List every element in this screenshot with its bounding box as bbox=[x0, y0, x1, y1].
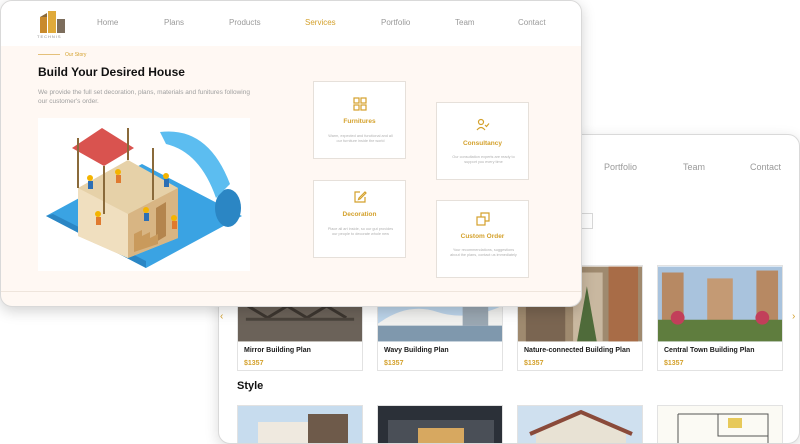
service-card-custom-order[interactable]: Custom Order Your recommendations, sugge… bbox=[436, 200, 529, 278]
style-card[interactable] bbox=[517, 405, 643, 443]
service-card-decoration[interactable]: Decoration Place all art inside, so our … bbox=[313, 180, 406, 258]
copy-icon bbox=[476, 212, 490, 226]
kicker-line bbox=[38, 54, 60, 55]
product-price: $1357 bbox=[524, 360, 544, 367]
section-kicker: Our Story bbox=[65, 52, 87, 58]
product-name: Wavy Building Plan bbox=[384, 347, 449, 354]
service-card-consultancy[interactable]: Consultancy Our consultation experts are… bbox=[436, 102, 529, 180]
back-nav-portfolio[interactable]: Portfolio bbox=[604, 162, 637, 172]
service-title: Consultancy bbox=[462, 140, 502, 147]
page-headline: Build Your Desired House bbox=[38, 65, 185, 79]
service-desc: Warm, expected and functional and all ou… bbox=[328, 134, 393, 143]
style-card[interactable] bbox=[377, 405, 503, 443]
service-desc: Our consultation experts are ready to su… bbox=[452, 155, 515, 164]
front-window: TECHNIS Home Plans Products Services Por… bbox=[0, 0, 582, 307]
service-card-furnitures[interactable]: Furnitures Warm, expected and functional… bbox=[313, 81, 406, 159]
product-card[interactable]: Central Town Building Plan $1357 bbox=[657, 265, 783, 371]
style-house-image bbox=[378, 406, 502, 443]
back-nav-team[interactable]: Team bbox=[683, 162, 705, 172]
style-house-image bbox=[518, 406, 642, 443]
edit-icon bbox=[354, 191, 367, 203]
logo-text: TECHNIS bbox=[37, 34, 62, 39]
product-price: $1357 bbox=[664, 360, 684, 367]
product-name: Mirror Building Plan bbox=[244, 347, 311, 354]
service-desc: Place all art inside, so our gut provide… bbox=[327, 227, 394, 236]
style-card[interactable] bbox=[657, 405, 783, 443]
style-card[interactable] bbox=[237, 405, 363, 443]
service-desc: Your recommendations, suggestions about … bbox=[450, 248, 517, 257]
house-construction-image bbox=[46, 128, 242, 268]
nav-home[interactable]: Home bbox=[97, 18, 118, 27]
nav-services[interactable]: Services bbox=[305, 18, 336, 27]
style-section-title: Style bbox=[237, 380, 264, 392]
product-name: Central Town Building Plan bbox=[664, 347, 755, 354]
footer-divider bbox=[1, 291, 581, 292]
service-title: Decoration bbox=[342, 211, 377, 218]
nav-contact[interactable]: Contact bbox=[518, 18, 546, 27]
hero-illustration bbox=[38, 118, 250, 271]
style-house-image bbox=[238, 406, 362, 443]
top-navbar: TECHNIS Home Plans Products Services Por… bbox=[1, 1, 581, 46]
user-check-icon bbox=[476, 118, 490, 131]
nav-portfolio[interactable]: Portfolio bbox=[381, 18, 410, 27]
lead-paragraph: We provide the full set decoration, plan… bbox=[38, 89, 250, 105]
back-nav-contact[interactable]: Contact bbox=[750, 162, 781, 172]
product-name: Nature-connected Building Plan bbox=[524, 347, 631, 354]
grid-icon bbox=[353, 97, 367, 111]
style-floorplan-image bbox=[658, 406, 782, 443]
nav-team[interactable]: Team bbox=[455, 18, 475, 27]
service-title: Custom Order bbox=[460, 233, 505, 240]
product-price: $1357 bbox=[244, 360, 264, 367]
service-title: Furnitures bbox=[343, 118, 376, 125]
nav-plans[interactable]: Plans bbox=[164, 18, 184, 27]
central-town-image bbox=[658, 266, 782, 342]
carousel-next-arrow[interactable]: › bbox=[792, 311, 795, 322]
carousel-prev-arrow[interactable]: ‹ bbox=[220, 311, 223, 322]
product-price: $1357 bbox=[384, 360, 404, 367]
nav-products[interactable]: Products bbox=[229, 18, 261, 27]
